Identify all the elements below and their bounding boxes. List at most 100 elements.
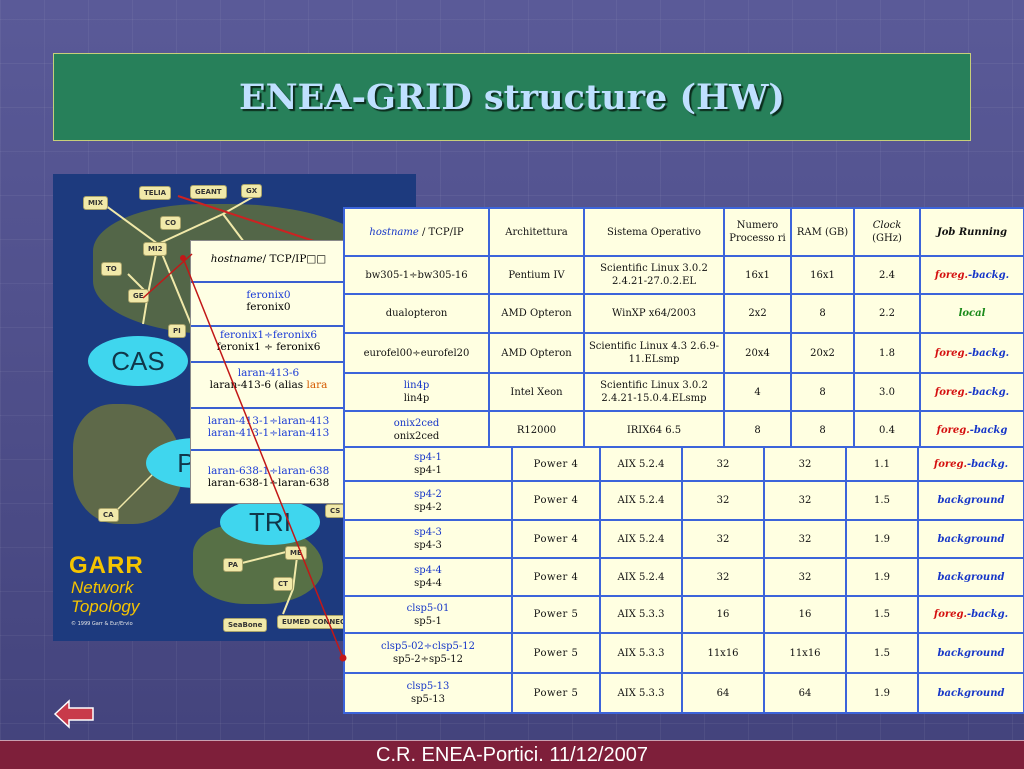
map-node-co: CO <box>160 216 182 230</box>
table1-body: bw305-1÷bw305-16 Pentium IV Scientific Lin… <box>343 255 1024 450</box>
cell-clock: 1.8 <box>853 332 921 374</box>
cell-os: Scientific Linux 3.0.2 2.4.21-27.0.2.EL <box>583 255 725 295</box>
partial-row-host: laran-413-6 <box>237 367 300 379</box>
job-mode: background <box>937 571 1005 583</box>
footer-text: C.R. ENEA-Portici. 11/12/2007 <box>376 743 648 766</box>
cell-job-running: foreg.-backg. <box>917 595 1024 634</box>
partial-row-ip-b: lara <box>306 379 328 391</box>
map-node-mix: MIX <box>83 196 108 210</box>
hostname-ip: lin4p <box>403 393 430 404</box>
footer-bar: C.R. ENEA-Portici. 11/12/2007 <box>0 740 1024 769</box>
job-mode: background <box>937 647 1005 659</box>
map-node-ge: GE <box>128 289 149 303</box>
cell-hostname: dualopteron <box>343 293 490 334</box>
job-mode-secondary: -backg. <box>967 347 1010 359</box>
table-row: sp4-2 sp4-2 Power 4 AIX 5.2.4 32 32 1.5 backgro… <box>343 480 1024 521</box>
cell-proc: 8 <box>723 410 792 450</box>
hostname-name: clsp5-01 <box>406 602 450 614</box>
job-mode-secondary: -backg. <box>967 269 1010 281</box>
cell-os: Scientific Linux 4.3 2.6.9-11.ELsmp <box>583 332 725 374</box>
cloud-tri: TRI <box>220 499 320 545</box>
table-row: lin4p lin4p Intel Xeon Scientific Linux 3.0… <box>343 372 1024 412</box>
hostname-name: sp4-3 <box>414 527 442 538</box>
partial-host-table: hostname/ TCP/IP□□ feronix0 feronix0 fer… <box>190 240 347 504</box>
hostname-name: sp4-1 <box>414 452 442 463</box>
cell-os: AIX 5.2.4 <box>599 480 683 521</box>
job-mode: foreg. <box>933 609 967 620</box>
cell-hostname: clsp5-01 sp5-1 <box>343 595 513 634</box>
cell-proc: 16 <box>681 595 765 634</box>
table-row: eurofel00÷eurofel20 AMD Opteron Scientific… <box>343 332 1024 374</box>
cell-job-running: foreg.-backg. <box>917 446 1024 482</box>
cell-os: AIX 5.3.3 <box>599 672 683 714</box>
table2-body: sp4-1 sp4-1 Power 4 AIX 5.2.4 32 32 1.1 foreg.-… <box>343 446 1024 714</box>
partial-row-ip: feronix1 ÷ feronix6 <box>216 341 321 353</box>
cell-os: AIX 5.2.4 <box>599 557 683 597</box>
hostname-name: onix2ced <box>393 418 440 429</box>
cell-ram: 64 <box>763 672 847 714</box>
cell-proc: 32 <box>681 519 765 559</box>
table-row: onix2ced onix2ced R12000 IRIX64 6.5 8 8 0.4 for… <box>343 410 1024 450</box>
cell-arch: Intel Xeon <box>488 372 585 412</box>
map-node-geant: GEANT <box>190 185 227 199</box>
cell-ram: 32 <box>763 557 847 597</box>
header-clock-unit: (GHz) <box>872 233 902 244</box>
cell-os: IRIX64 6.5 <box>583 410 725 450</box>
partial-row-host: laran-413-1÷laran-413 <box>207 415 330 427</box>
cell-proc: 2x2 <box>723 293 792 334</box>
hardware-table-lower: sp4-1 sp4-1 Power 4 AIX 5.2.4 32 32 1.1 foreg.-… <box>343 446 1024 714</box>
cell-hostname: sp4-3 sp4-3 <box>343 519 513 559</box>
cell-clock: 2.2 <box>853 293 921 334</box>
partial-header-italic: hostname <box>210 253 263 265</box>
cell-job-running: background <box>917 519 1024 559</box>
table-row: clsp5-01 sp5-1 Power 5 AIX 5.3.3 16 16 1.5 fore… <box>343 595 1024 634</box>
cell-os: AIX 5.2.4 <box>599 519 683 559</box>
partial-row: laran-413-1÷laran-413 laran-413-1÷laran-… <box>191 409 346 451</box>
hostname-name: bw305-1÷bw305-16 <box>365 269 468 281</box>
job-mode-secondary: -backg. <box>966 609 1009 620</box>
table-row: sp4-3 sp4-3 Power 4 AIX 5.2.4 32 32 1.9 backgro… <box>343 519 1024 559</box>
map-node-ct: CT <box>273 577 293 591</box>
hostname-ip: sp4-3 <box>414 540 442 551</box>
table-row: dualopteron AMD Opteron WinXP x64/2003 2x2 8… <box>343 293 1024 334</box>
back-arrow-icon[interactable] <box>53 698 95 730</box>
job-mode: foreg. <box>933 458 967 470</box>
partial-row-ip: laran-413-6 (alias lara <box>191 379 346 391</box>
cell-job-running: foreg.-backg. <box>919 255 1024 295</box>
hostname-ip: sp4-4 <box>414 578 442 589</box>
garr-subtitle-line1: Network <box>71 578 134 597</box>
table-header-row: hostname / TCP/IP Architettura Sistema O… <box>343 207 1024 257</box>
cell-arch: Power 5 <box>511 595 601 634</box>
hostname-ip: sp4-2 <box>414 501 442 513</box>
cell-proc: 11x16 <box>681 632 765 674</box>
hostname-ip: onix2ced <box>393 431 440 442</box>
partial-row-ip-a: laran-413-6 (alias <box>209 379 307 391</box>
cell-ram: 32 <box>763 446 847 482</box>
cell-clock: 2.4 <box>853 255 921 295</box>
partial-row: laran-638-1÷laran-638 laran-638-1÷laran-… <box>191 451 346 501</box>
table-row: bw305-1÷bw305-16 Pentium IV Scientific Lin… <box>343 255 1024 295</box>
cell-clock: 1.5 <box>845 595 919 634</box>
partial-row-ip: laran-413-1÷laran-413 <box>207 427 330 439</box>
page-title: ENEA-GRID structure (HW) <box>239 76 785 118</box>
header-clock-italic: Clock <box>872 220 902 231</box>
map-node-ca: CA <box>98 508 119 522</box>
job-mode: local <box>958 308 986 319</box>
cloud-cas: CAS <box>88 336 188 386</box>
job-mode-secondary: -backg <box>969 424 1008 436</box>
partial-row: feronix0 feronix0 <box>191 283 346 327</box>
cell-hostname: clsp5-13 sp5-13 <box>343 672 513 714</box>
cell-job-running: background <box>917 557 1024 597</box>
table-row: sp4-4 sp4-4 Power 4 AIX 5.2.4 32 32 1.9 backgro… <box>343 557 1024 597</box>
hostname-ip: sp4-1 <box>414 465 442 476</box>
cell-hostname: clsp5-02÷clsp5-12 sp5-2÷sp5-12 <box>343 632 513 674</box>
header-job-running: Job Running <box>919 207 1024 257</box>
cell-ram: 32 <box>763 480 847 521</box>
header-hostname-italic: hostname <box>369 226 419 238</box>
map-copyright: © 1999 Garr & Eur/Ervio <box>71 621 133 627</box>
partial-header-rest: / TCP/IP□□ <box>262 253 327 265</box>
cell-hostname: onix2ced onix2ced <box>343 410 490 450</box>
cell-arch: Power 4 <box>511 519 601 559</box>
map-node-pi: PI <box>168 324 186 338</box>
cell-ram: 16 <box>763 595 847 634</box>
